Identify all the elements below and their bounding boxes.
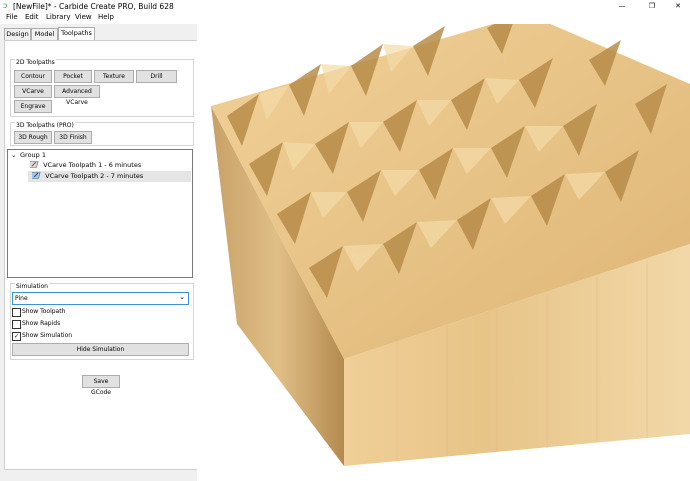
- 3d-viewport[interactable]: [197, 24, 690, 481]
- tree-item-label: VCarve Toolpath 2 - 7 minutes: [45, 172, 144, 180]
- material-value: Pine: [15, 295, 28, 302]
- menu-library[interactable]: Library: [46, 13, 70, 21]
- title-bar: ↄ [NewFile]* - Carbide Create PRO, Build…: [0, 0, 690, 12]
- group-label: Group 1: [20, 151, 46, 159]
- 3d-finish-button[interactable]: 3D Finish: [54, 131, 92, 144]
- menu-edit[interactable]: Edit: [25, 13, 39, 21]
- menu-help[interactable]: Help: [98, 13, 114, 21]
- chevron-down-icon: ⌄: [179, 293, 185, 301]
- toolpath-icon: [28, 161, 39, 168]
- wood-simulation-render[interactable]: [197, 24, 690, 481]
- maximize-button[interactable]: ❐: [640, 0, 664, 12]
- toolpaths-panel: 2D Toolpaths Contour Pocket Texture Dril…: [4, 40, 199, 470]
- tree-item-label: VCarve Toolpath 1 - 6 minutes: [43, 161, 142, 169]
- menu-bar: File Edit Library View Help: [0, 12, 690, 24]
- engrave-button[interactable]: Engrave: [14, 100, 52, 113]
- minimize-button[interactable]: —: [610, 0, 634, 12]
- toolpath-tree: ⌄ Group 1 VCarve Toolpath 1 - 6 minutes V…: [7, 149, 193, 278]
- save-gcode-button[interactable]: Save GCode: [82, 375, 120, 396]
- show-simulation-label: Show Simulation: [22, 332, 73, 339]
- tab-toolpaths[interactable]: Toolpaths: [58, 27, 95, 41]
- check-mark-icon: ✓: [13, 333, 20, 340]
- group-3d-title: 3D Toolpaths (PRO): [15, 122, 75, 129]
- app-icon: ↄ: [3, 1, 8, 10]
- show-toolpath-checkbox[interactable]: [12, 308, 21, 317]
- show-rapids-checkbox[interactable]: [12, 320, 21, 329]
- show-toolpath-label: Show Toolpath: [22, 308, 66, 315]
- show-rapids-label: Show Rapids: [22, 320, 61, 327]
- toolpath-icon: [30, 172, 41, 179]
- group-3d-toolpaths: 3D Toolpaths (PRO) 3D Rough 3D Finish: [10, 122, 194, 146]
- window-title: [NewFile]* - Carbide Create PRO, Build 6…: [13, 2, 174, 11]
- group-2d-title: 2D Toolpaths: [15, 59, 56, 66]
- hide-simulation-button[interactable]: Hide Simulation: [12, 343, 189, 356]
- 3d-rough-button[interactable]: 3D Rough: [14, 131, 52, 144]
- material-select[interactable]: Pine ⌄: [12, 292, 189, 305]
- advanced-vcarve-button[interactable]: Advanced VCarve: [54, 85, 100, 106]
- expander-icon[interactable]: ⌄: [11, 150, 20, 161]
- tab-design[interactable]: Design: [4, 28, 31, 40]
- tab-model[interactable]: Model: [31, 28, 58, 40]
- menu-view[interactable]: View: [75, 13, 92, 21]
- pocket-button[interactable]: Pocket: [54, 70, 92, 83]
- simulation-title: Simulation: [15, 283, 49, 290]
- contour-button[interactable]: Contour: [14, 70, 52, 83]
- group-2d-toolpaths: 2D Toolpaths Contour Pocket Texture Dril…: [10, 59, 194, 117]
- show-simulation-checkbox[interactable]: ✓: [12, 332, 21, 341]
- tree-item-1[interactable]: VCarve Toolpath 1 - 6 minutes: [28, 160, 190, 171]
- vcarve-button[interactable]: VCarve: [14, 85, 52, 98]
- close-button[interactable]: ✕: [666, 0, 690, 12]
- menu-file[interactable]: File: [6, 13, 18, 21]
- texture-button[interactable]: Texture: [94, 70, 134, 83]
- tree-item-2[interactable]: VCarve Toolpath 2 - 7 minutes: [28, 171, 191, 182]
- drill-button[interactable]: Drill: [136, 70, 177, 83]
